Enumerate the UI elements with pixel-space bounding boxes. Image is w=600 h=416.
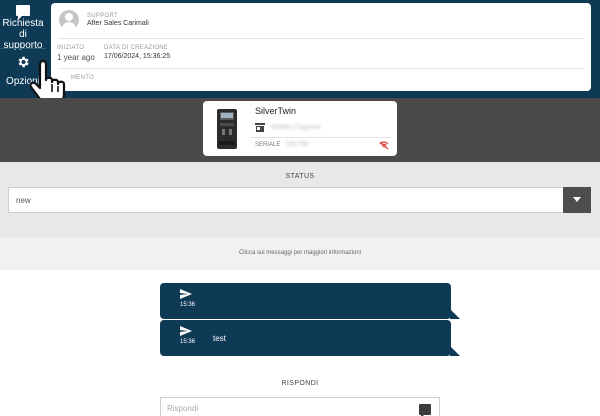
machine-owner: Matteo Cagnoni [271,124,321,131]
status-title: STATUS [285,173,315,180]
chat-icon [16,5,30,20]
wifi-off-icon [379,141,389,150]
message-bubble[interactable]: 15:36 test [160,320,460,356]
machine-card[interactable]: SilverTwin Matteo Cagnoni SERIALE 230799 [203,101,397,156]
serial-label: SERIALE [255,142,281,148]
reply-box [160,397,440,416]
messages-hint: Clicca sui messaggi per maggiori informa… [238,250,362,256]
divider [59,38,583,39]
support-request-button[interactable]: Richiesta di supporto [0,2,46,51]
message-icon[interactable] [419,404,431,416]
created-label: DATA DI CREAZIONE [104,45,169,51]
gear-icon [18,56,29,68]
support-label: SUPPORT [87,13,118,19]
reply-input[interactable] [167,404,407,413]
message-time: 15:36 [180,339,196,345]
support-value: After Sales Carimali [87,20,149,27]
serial-value: 230799 [285,141,309,148]
started-label: INIZIATO [57,45,85,51]
status-section: STATUS new Clicca sui messaggi per maggi… [0,162,600,270]
chevron-down-icon[interactable] [563,187,591,213]
send-icon [180,289,192,299]
machine-name: SilverTwin [255,106,297,116]
ticket-info-card: SUPPORT After Sales Carimali INIZIATO 1 … [51,3,591,91]
status-select[interactable]: new [8,187,591,213]
store-icon [255,123,265,132]
send-icon [180,326,192,336]
divider [59,68,583,69]
status-value: new [16,196,31,205]
created-value: 17/06/2024, 15:36:25 [104,53,171,60]
avatar [59,10,79,30]
divider [251,137,391,138]
reply-title: RISPONDI [281,380,319,387]
message-time: 15:36 [180,302,196,308]
coffee-machine-image [217,109,237,149]
message-text: test [213,334,226,343]
info-strip: Clicca sui messaggi per maggiori informa… [0,238,600,270]
support-request-label: Richiesta di supporto [2,18,44,51]
message-bubble[interactable]: 15:36 [160,283,460,319]
